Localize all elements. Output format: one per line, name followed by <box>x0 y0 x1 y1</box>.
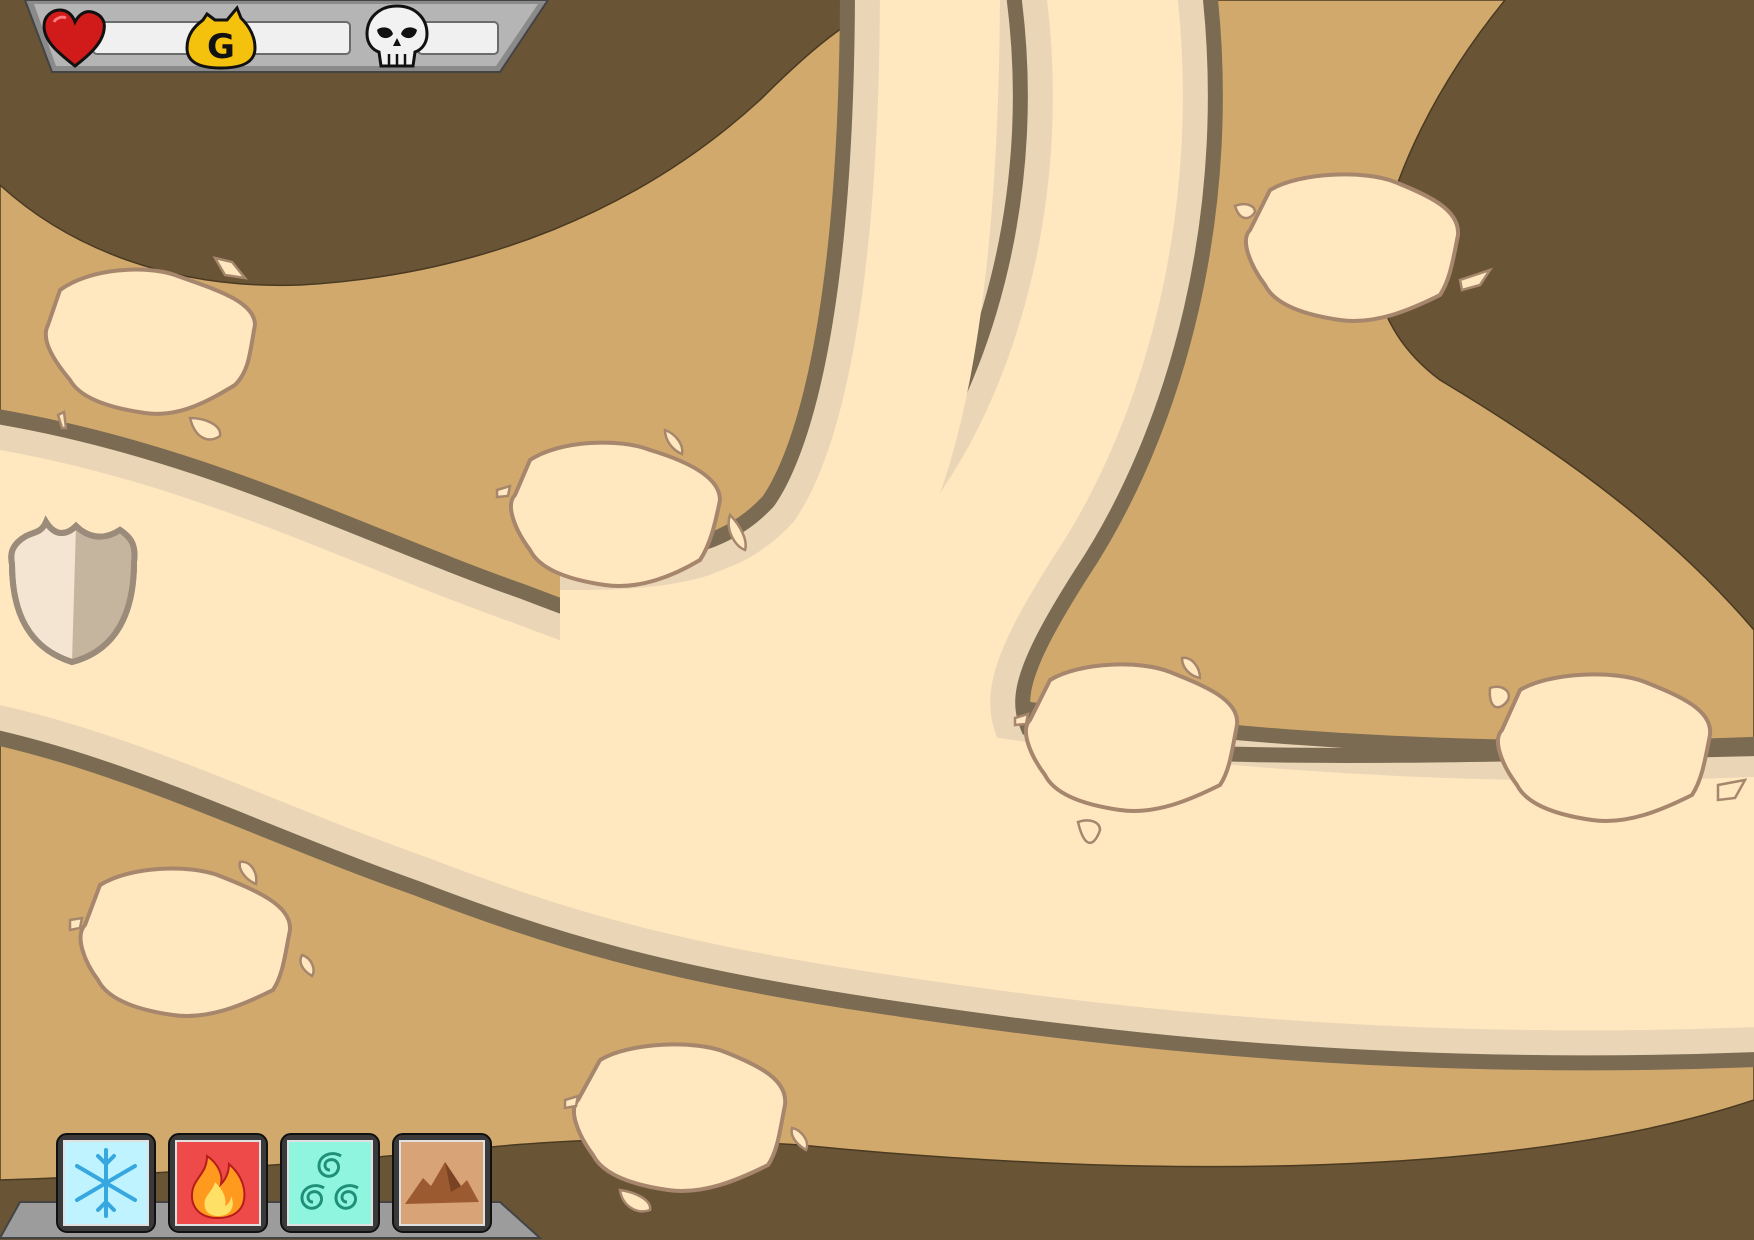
tower-slot[interactable] <box>1244 172 1461 323</box>
battlefield-map <box>0 0 1754 1213</box>
flame-icon <box>168 1133 268 1233</box>
earth-tower-button[interactable] <box>391 1132 493 1234</box>
ice-tower-button[interactable] <box>55 1132 157 1234</box>
heart-icon <box>42 8 106 68</box>
gold-glyph: G <box>207 27 235 67</box>
wind-tower-button[interactable] <box>279 1132 381 1234</box>
tower-slot[interactable] <box>1496 672 1713 823</box>
snowflake-icon <box>56 1133 156 1233</box>
fire-tower-button[interactable] <box>167 1132 269 1234</box>
tower-slot[interactable] <box>509 440 723 588</box>
spiral-icon <box>280 1133 380 1233</box>
mountain-icon <box>392 1133 492 1233</box>
tower-slot[interactable] <box>1024 662 1240 813</box>
kills-value <box>417 21 499 55</box>
tower-slot[interactable] <box>572 1042 788 1193</box>
tower-toolbar <box>0 1120 560 1240</box>
gold-value <box>243 21 351 55</box>
gold-bag-icon: G <box>185 5 257 70</box>
skull-icon <box>365 4 429 68</box>
status-bar: G <box>0 0 550 75</box>
